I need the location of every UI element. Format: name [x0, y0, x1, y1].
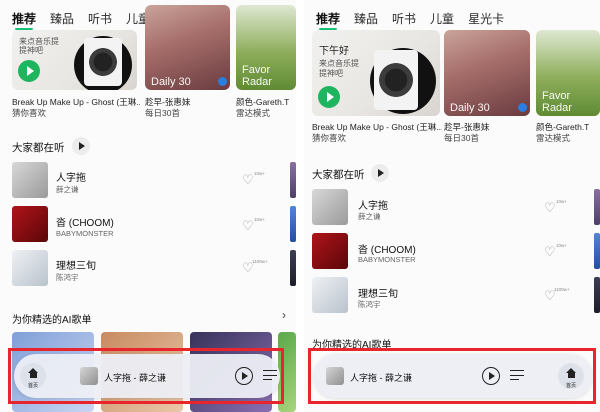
- banner-caption: Daily 30: [450, 102, 490, 114]
- banner-tagline-2: 提神吧: [319, 69, 343, 78]
- banner-daily-30[interactable]: Daily 30: [145, 5, 230, 90]
- tab-premium[interactable]: 臻品: [50, 10, 74, 27]
- banner-favor-radar[interactable]: Favor Radar: [536, 30, 600, 116]
- tab-recommend[interactable]: 推荐: [316, 10, 340, 30]
- banner-guess-you-like[interactable]: 来点音乐提 提神吧: [12, 30, 137, 90]
- screen-right: 推荐 臻品 听书 儿童 星光卡 下午好 来点音乐提 提神吧 Daily 30 F…: [304, 0, 600, 412]
- song-artist: BABYMONSTER: [358, 255, 416, 264]
- song-cover: [12, 250, 48, 286]
- banner-favor-radar[interactable]: Favor Radar: [236, 5, 296, 90]
- song-title: 沓 (CHOOM): [358, 245, 416, 256]
- album-art-image: [84, 38, 122, 86]
- highlight-box: [8, 348, 284, 404]
- tab-starlight-card[interactable]: 星光卡: [468, 10, 504, 27]
- banner-caption: Favor Radar: [542, 90, 572, 114]
- song-artist: 薛之谦: [56, 185, 79, 194]
- banner-caption: Daily 30: [151, 76, 191, 88]
- next-column-thumb: [594, 189, 600, 225]
- screen-left: 推荐 臻品 听书 儿童 星光卡 来点音乐提 提神吧 Daily 30 Favor…: [0, 0, 296, 412]
- highlight-box: [308, 348, 596, 404]
- banner-play-button[interactable]: [318, 86, 340, 108]
- chevron-right-icon[interactable]: ›: [282, 308, 286, 322]
- banner-sub-label: 雷达模式: [536, 133, 571, 143]
- album-art-image: [374, 50, 418, 110]
- song-title: 沓 (CHOOM): [56, 218, 114, 229]
- like-count: 10w+: [254, 217, 265, 222]
- song-artist: 陈鸿宇: [358, 300, 381, 309]
- tab-kids[interactable]: 儿童: [430, 10, 454, 27]
- badge-icon: [518, 103, 527, 112]
- song-title: 理想三旬: [358, 289, 398, 300]
- song-cover: [12, 162, 48, 198]
- song-artist: 薛之谦: [358, 212, 381, 221]
- next-column-thumb: [594, 277, 600, 313]
- heart-icon[interactable]: ♡: [544, 201, 556, 214]
- song-artist: 陈鸿宇: [56, 273, 79, 282]
- top-tabs: 推荐 臻品 听书 儿童 星光卡: [316, 10, 504, 30]
- heart-icon[interactable]: ♡: [242, 173, 254, 186]
- banner-sub-label: 每日30首: [444, 133, 479, 143]
- badge-icon: [218, 77, 227, 86]
- banner-caption: Favor Radar: [242, 64, 272, 88]
- banner-play-button[interactable]: [18, 60, 40, 82]
- section-title-ai-playlists: 为你精选的AI歌单: [12, 315, 92, 326]
- song-title: 理想三旬: [56, 261, 96, 272]
- song-cover: [312, 189, 348, 225]
- heart-icon[interactable]: ♡: [242, 219, 254, 232]
- play-all-button[interactable]: [72, 137, 90, 155]
- banner-guess-you-like[interactable]: 下午好 来点音乐提 提神吧: [312, 30, 440, 116]
- banner-greeting: 下午好: [319, 46, 349, 57]
- banner-daily-30[interactable]: Daily 30: [444, 30, 530, 116]
- like-count: 10w+: [556, 243, 567, 248]
- section-title-listening: 大家都在听: [312, 169, 365, 181]
- like-count: 1100w+: [554, 287, 570, 292]
- like-count: 10w+: [254, 171, 265, 176]
- banner-sub-label: 猜你喜欢: [312, 133, 347, 143]
- heart-icon[interactable]: ♡: [544, 245, 556, 258]
- banner-sub-label: 猜你喜欢: [12, 108, 47, 118]
- banner-tagline-2: 提神吧: [19, 46, 43, 55]
- banner-sub-label: 雷达模式: [236, 108, 271, 118]
- like-count: 10w+: [556, 199, 567, 204]
- section-title-listening: 大家都在听: [12, 142, 65, 154]
- tab-premium[interactable]: 臻品: [354, 10, 378, 27]
- song-artist: BABYMONSTER: [56, 229, 114, 238]
- tab-audiobook[interactable]: 听书: [392, 10, 416, 27]
- song-title: 人字拖: [56, 173, 86, 184]
- song-cover: [312, 233, 348, 269]
- song-cover: [312, 277, 348, 313]
- song-title: 人字拖: [358, 201, 388, 212]
- banner-sub-label: 每日30首: [145, 108, 180, 118]
- play-all-button[interactable]: [371, 164, 389, 182]
- song-cover: [12, 206, 48, 242]
- like-count: 1100w+: [252, 259, 268, 264]
- tab-audiobook[interactable]: 听书: [88, 10, 112, 27]
- tab-recommend[interactable]: 推荐: [12, 10, 36, 30]
- next-column-thumb: [594, 233, 600, 269]
- divider: [296, 0, 304, 412]
